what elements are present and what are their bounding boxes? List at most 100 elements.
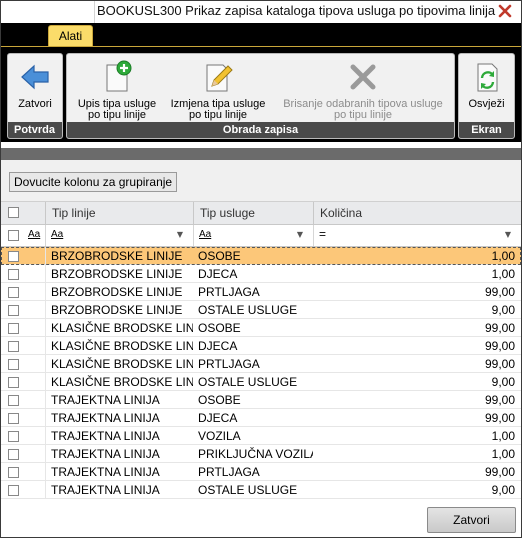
group-by-panel[interactable]: Dovucite kolonu za grupiranje [1,160,521,202]
osvjezi-button[interactable]: Osvježi [461,56,512,122]
cell-kolicina: 9,00 [491,483,515,497]
row-checkbox[interactable] [8,485,19,496]
filter-row-mode[interactable]: Aa [23,225,45,246]
table-row[interactable]: KLASIČNE BRODSKE LINIJE OSOBE 99,00 [1,319,521,337]
row-checkbox[interactable] [8,269,19,280]
cell-tip-linije: BRZOBRODSKE LINIJE [45,301,193,319]
back-arrow-icon [21,64,49,90]
row-checkbox[interactable] [8,287,19,298]
grid-rows: BRZOBRODSKE LINIJE OSOBE 1,00 BRZOBRODSKE L… [1,247,521,499]
row-checkbox[interactable] [8,305,19,316]
filter-tip-linije[interactable]: Aa ▼ [45,225,193,246]
cell-tip-usluge: OSOBE [198,321,241,335]
column-header-tip-linije[interactable]: Tip linije [45,202,193,224]
cell-tip-linije: KLASIČNE BRODSKE LINIJE [45,373,193,391]
grid-top-band [1,148,521,160]
brisanje-button[interactable]: Brisanje odabranih tipova usluge po tipu… [275,56,451,122]
izmjena-label-line2: po tipu linije [188,109,248,121]
row-checkbox[interactable] [8,359,19,370]
cell-tip-usluge: PRTLJAGA [198,357,260,371]
table-row[interactable]: TRAJEKTNA LINIJA DJECA 99,00 [1,409,521,427]
filter-kolicina[interactable]: = ▼ [313,225,521,246]
cell-kolicina: 99,00 [484,339,515,353]
zatvori-button[interactable]: Zatvori [10,56,60,122]
table-row[interactable]: TRAJEKTNA LINIJA PRIKLJUČNA VOZILA 1,00 [1,445,521,463]
table-row[interactable]: KLASIČNE BRODSKE LINIJE PRTLJAGA 99,00 [1,355,521,373]
row-checkbox[interactable] [8,449,19,460]
table-row[interactable]: TRAJEKTNA LINIJA PRTLJAGA 99,00 [1,463,521,481]
row-checkbox[interactable] [8,323,19,334]
column-header-kolicina[interactable]: Količina [313,202,521,224]
cell-tip-linije: BRZOBRODSKE LINIJE [45,265,193,283]
column-header-tip-usluge[interactable]: Tip usluge [193,202,313,224]
group-label-obrada-zapisa: Obrada zapisa [67,122,454,138]
close-window-button[interactable] [493,2,517,20]
izmjena-button[interactable]: Izmjena tipa usluge po tipu linije [165,56,271,122]
table-row[interactable]: TRAJEKTNA LINIJA OSTALE USLUGE 9,00 [1,481,521,499]
tab-alati[interactable]: Alati [48,25,93,47]
cell-kolicina: 1,00 [491,249,515,263]
close-icon [498,4,512,18]
table-row[interactable]: TRAJEKTNA LINIJA OSOBE 99,00 [1,391,521,409]
ribbon-group-ekran: Osvježi Ekran [458,53,515,139]
delete-x-icon [350,64,376,90]
cell-tip-usluge: DJECA [198,411,238,425]
table-row[interactable]: BRZOBRODSKE LINIJE OSOBE 1,00 [1,247,521,265]
filter-equals-icon: = [319,227,327,241]
cell-kolicina: 9,00 [491,303,515,317]
row-checkbox[interactable] [8,395,19,406]
row-checkbox[interactable] [8,341,19,352]
row-checkbox[interactable] [8,377,19,388]
zatvori-button-label: Zatvori [18,98,52,110]
row-checkbox[interactable] [8,251,19,262]
cell-tip-usluge: DJECA [198,267,238,281]
table-row[interactable]: BRZOBRODSKE LINIJE PRTLJAGA 99,00 [1,283,521,301]
filter-tip-usluge[interactable]: Aa ▼ [193,225,313,246]
cell-tip-linije: TRAJEKTNA LINIJA [45,391,193,409]
table-row[interactable]: KLASIČNE BRODSKE LINIJE OSTALE USLUGE 9,00 [1,373,521,391]
ribbon-group-obrada-zapisa: Upis tipa usluge po tipu linije Izmjena … [66,53,455,139]
group-label-potvrda: Potvrda [8,122,62,138]
filter-dropdown-icon: ▼ [504,230,511,239]
cell-kolicina: 99,00 [484,357,515,371]
table-row[interactable]: BRZOBRODSKE LINIJE OSTALE USLUGE 9,00 [1,301,521,319]
table-row[interactable]: BRZOBRODSKE LINIJE DJECA 1,00 [1,265,521,283]
cell-kolicina: 99,00 [484,411,515,425]
row-checkbox[interactable] [8,431,19,442]
brisanje-label-line2: po tipu linije [333,109,393,121]
ribbon-group-potvrda: Zatvori Potvrda [7,53,63,139]
cell-tip-usluge: PRTLJAGA [198,285,260,299]
cell-tip-linije: BRZOBRODSKE LINIJE [45,247,193,265]
cell-tip-usluge: OSTALE USLUGE [198,303,298,317]
title-bar: BOOKUSL300 Prikaz zapisa kataloga tipova… [1,1,521,23]
footer-close-button[interactable]: Zatvori [427,507,516,533]
table-row[interactable]: TRAJEKTNA LINIJA VOZILA 1,00 [1,427,521,445]
cell-tip-linije: BRZOBRODSKE LINIJE [45,283,193,301]
filter-text-icon: Aa [51,229,64,240]
cell-tip-linije: KLASIČNE BRODSKE LINIJE [45,319,193,337]
select-all-checkbox[interactable] [8,207,19,218]
cell-tip-usluge: OSTALE USLUGE [198,483,298,497]
table-row[interactable]: KLASIČNE BRODSKE LINIJE DJECA 99,00 [1,337,521,355]
cell-kolicina: 99,00 [484,321,515,335]
cell-tip-usluge: OSTALE USLUGE [198,375,298,389]
cell-tip-linije: TRAJEKTNA LINIJA [45,481,193,499]
upis-label-line2: po tipu linije [87,109,147,121]
cell-kolicina: 9,00 [491,375,515,389]
cell-tip-linije: KLASIČNE BRODSKE LINIJE [45,337,193,355]
row-checkbox[interactable] [8,413,19,424]
window-title: BOOKUSL300 Prikaz zapisa kataloga tipova… [97,3,496,18]
filter-checkbox[interactable] [8,230,19,241]
upis-button[interactable]: Upis tipa usluge po tipu linije [71,56,163,122]
filter-text-icon: Aa [199,229,212,240]
cell-tip-linije: KLASIČNE BRODSKE LINIJE [45,355,193,373]
cell-tip-linije: TRAJEKTNA LINIJA [45,427,193,445]
row-checkbox[interactable] [8,467,19,478]
filter-dropdown-icon: ▼ [176,230,183,239]
refresh-icon [477,63,497,92]
cell-tip-usluge: OSOBE [198,393,241,407]
cell-tip-usluge: PRTLJAGA [198,465,260,479]
cell-kolicina: 99,00 [484,285,515,299]
cell-tip-usluge: OSOBE [198,249,241,263]
filter-dropdown-icon: ▼ [296,230,303,239]
